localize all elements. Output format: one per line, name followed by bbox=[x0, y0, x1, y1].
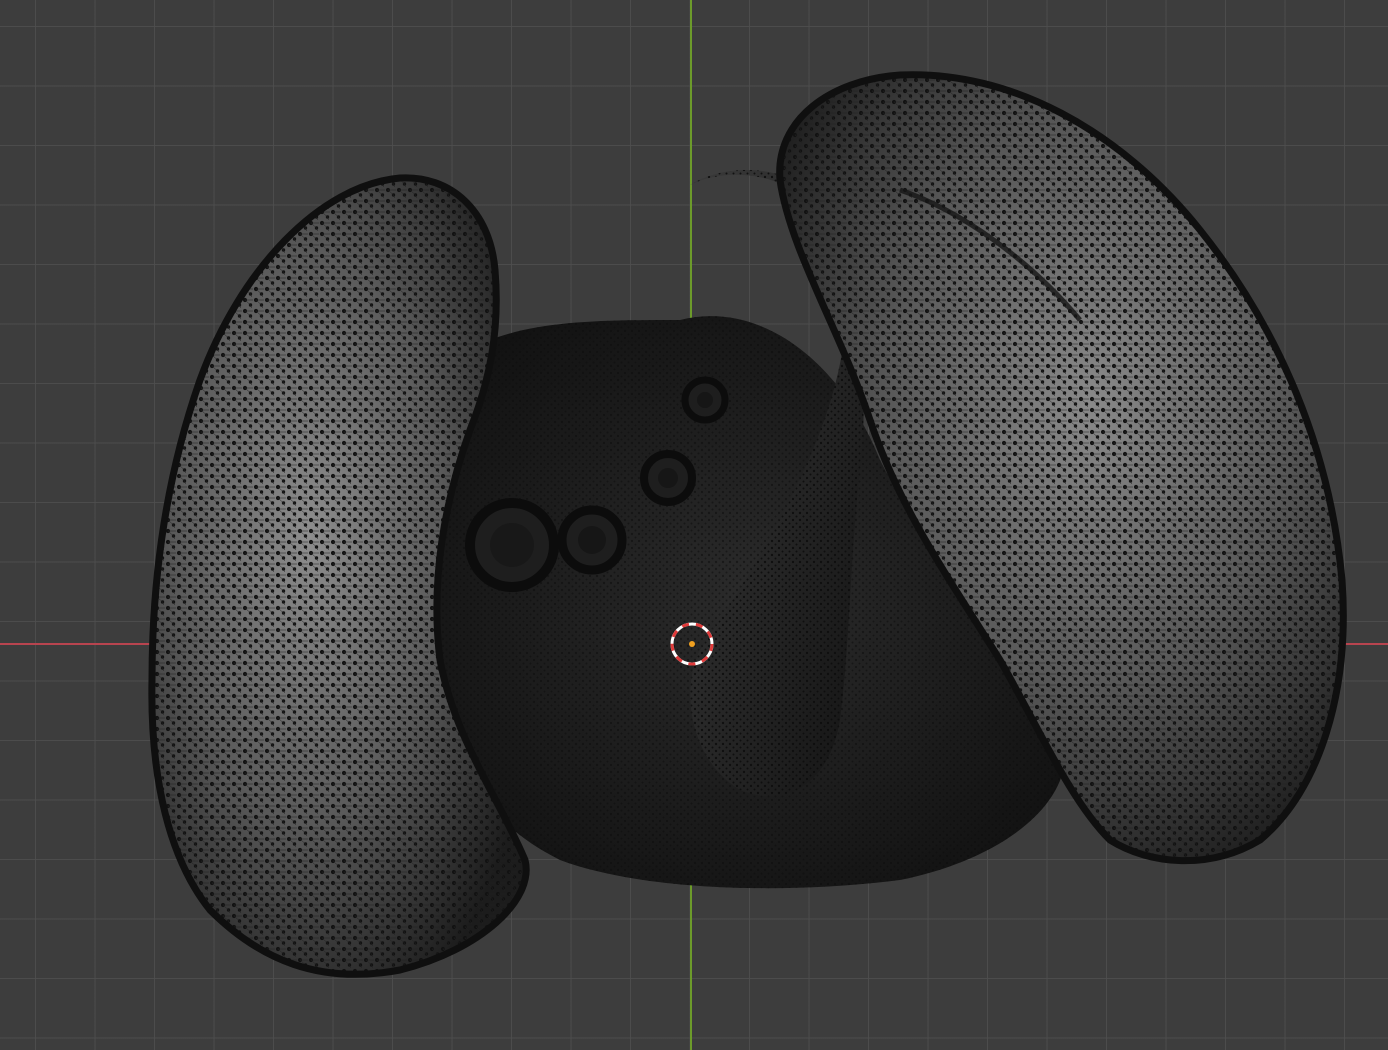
3d-viewport[interactable] bbox=[0, 0, 1388, 1050]
origin-point-icon bbox=[689, 641, 695, 647]
3d-cursor-icon[interactable] bbox=[669, 621, 715, 667]
mesh-object[interactable] bbox=[0, 0, 1388, 1050]
